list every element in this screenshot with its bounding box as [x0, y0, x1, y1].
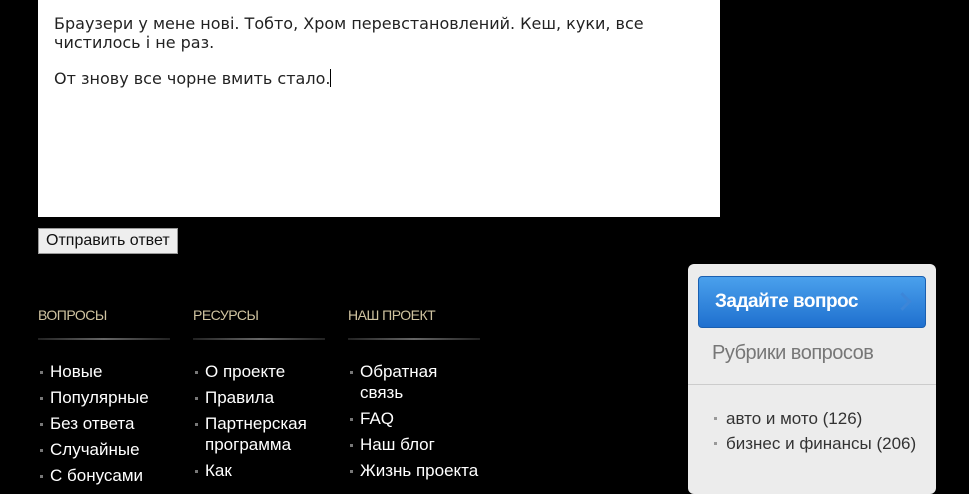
footer-link-random[interactable]: Случайные	[38, 439, 170, 460]
rubric-item-business[interactable]: бизнес и финансы (206)	[712, 431, 922, 456]
answer-paragraph-2: От знову все чорне вмить стало.	[54, 69, 332, 88]
footer-link-faq[interactable]: FAQ	[348, 408, 480, 429]
divider	[348, 338, 480, 340]
footer-link-unanswered[interactable]: Без ответа	[38, 413, 170, 434]
divider	[193, 338, 325, 340]
ask-question-label: Задайте вопрос	[715, 291, 858, 312]
divider	[38, 338, 170, 340]
rubrics-list: авто и мото (126) бизнес и финансы (206)	[712, 406, 922, 456]
footer-link-blog[interactable]: Наш блог	[348, 434, 480, 455]
answer-textarea[interactable]: Браузери у мене нові. Тобто, Хром перевс…	[38, 0, 720, 217]
ask-question-button[interactable]: Задайте вопрос	[698, 276, 926, 328]
footer-link-partner[interactable]: Партнерская программа	[193, 413, 325, 455]
chevron-right-icon	[893, 292, 912, 311]
footer-column-title: РЕСУРСЫ	[193, 307, 259, 323]
footer-link-about[interactable]: О проекте	[193, 361, 325, 382]
footer-column-resources: РЕСУРСЫ О проекте Правила Партнерская пр…	[193, 306, 325, 486]
rubric-item-auto[interactable]: авто и мото (126)	[712, 406, 922, 431]
footer-link-project-life[interactable]: Жизнь проекта	[348, 460, 480, 481]
footer-link-feedback[interactable]: Обратная связь	[348, 361, 480, 403]
text-caret	[330, 69, 332, 87]
footer-column-project: НАШ ПРОЕКТ Обратная связь FAQ Наш блог Ж…	[348, 306, 480, 486]
sidebar-panel: Задайте вопрос Рубрики вопросов авто и м…	[688, 264, 936, 494]
footer-column-questions: ВОПРОСЫ Новые Популярные Без ответа Случ…	[38, 306, 170, 491]
footer-link-rules[interactable]: Правила	[193, 387, 325, 408]
answer-paragraph-1: Браузери у мене нові. Тобто, Хром перевс…	[54, 14, 649, 52]
footer-link-popular[interactable]: Популярные	[38, 387, 170, 408]
footer-column-title: НАШ ПРОЕКТ	[348, 307, 436, 323]
rubrics-title: Рубрики вопросов	[712, 342, 874, 364]
divider	[688, 384, 936, 385]
footer-link-how[interactable]: Как	[193, 460, 325, 481]
submit-answer-button[interactable]: Отправить ответ	[38, 228, 178, 254]
footer-column-title: ВОПРОСЫ	[38, 307, 107, 323]
footer-link-new[interactable]: Новые	[38, 361, 170, 382]
